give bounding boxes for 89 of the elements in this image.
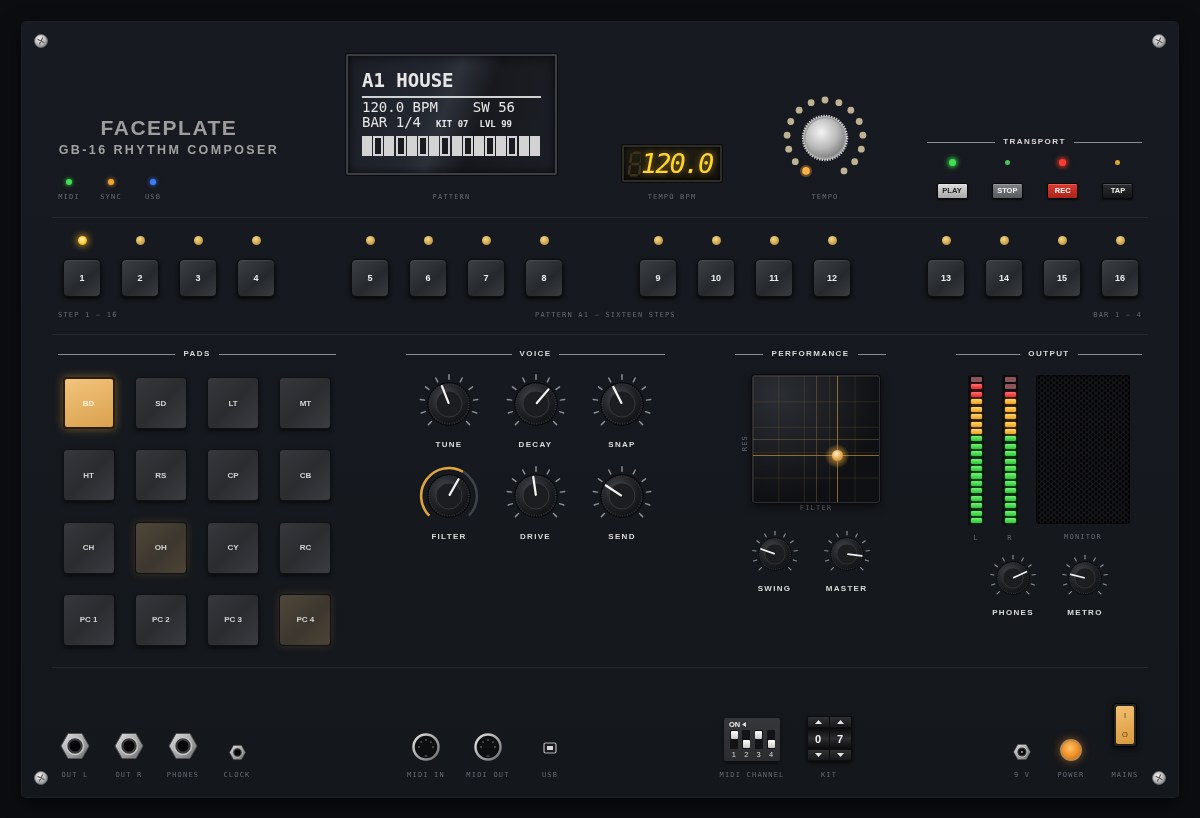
usb-port-icon bbox=[543, 741, 557, 755]
pad-button[interactable]: OH bbox=[134, 521, 187, 574]
jack-socket-icon bbox=[114, 731, 144, 761]
increment-button[interactable] bbox=[829, 717, 851, 727]
step-button[interactable]: 15 bbox=[1043, 259, 1081, 297]
step-button[interactable]: 4 bbox=[237, 259, 275, 297]
dip-toggle[interactable] bbox=[742, 730, 751, 749]
dip-toggle[interactable] bbox=[767, 730, 775, 749]
lcd-text: 120.0 BPM bbox=[362, 100, 438, 115]
screw-icon bbox=[34, 34, 48, 48]
pad-button[interactable]: PC 3 bbox=[207, 593, 260, 646]
jack-socket-icon bbox=[168, 731, 198, 761]
pad-button[interactable]: CB bbox=[279, 449, 332, 502]
lcd-text: LVL 99 bbox=[479, 119, 513, 129]
knob[interactable] bbox=[801, 114, 849, 162]
model-name: GB-16 RHYTHM COMPOSER bbox=[58, 143, 280, 157]
caret-down-icon bbox=[836, 753, 844, 757]
section-title: OUTPUT bbox=[1028, 349, 1070, 359]
jack-socket-icon bbox=[228, 744, 246, 761]
pad-button[interactable]: RS bbox=[134, 449, 187, 502]
step-button[interactable]: 8 bbox=[525, 259, 563, 297]
knob-label: DRIVE bbox=[520, 532, 551, 542]
pad-button[interactable]: PC 2 bbox=[134, 593, 187, 646]
step-button[interactable]: 13 bbox=[927, 259, 965, 297]
step-button[interactable]: 11 bbox=[755, 259, 793, 297]
step-button[interactable]: 7 bbox=[467, 259, 505, 297]
thumbwheel-digit: 0 bbox=[807, 728, 829, 749]
dip-toggle[interactable] bbox=[730, 730, 738, 749]
pad-button[interactable]: MT bbox=[279, 377, 332, 429]
meter-segment bbox=[970, 518, 982, 524]
knob-label: MASTER bbox=[825, 584, 868, 594]
din-socket-icon bbox=[474, 733, 502, 761]
caret-up-icon bbox=[836, 720, 844, 724]
decrement-button[interactable] bbox=[807, 750, 829, 760]
knob-label: PHONES bbox=[992, 608, 1034, 618]
step-button[interactable]: 14 bbox=[985, 259, 1023, 297]
step-button[interactable]: 3 bbox=[179, 259, 217, 297]
lcd-text: KIT 07 bbox=[436, 119, 469, 129]
step-button[interactable]: 6 bbox=[409, 259, 447, 297]
knob-label: DECAY bbox=[518, 440, 553, 450]
dip-toggle[interactable] bbox=[754, 730, 763, 749]
pad-button[interactable]: CY bbox=[207, 521, 260, 574]
pad-button[interactable]: HT bbox=[62, 449, 115, 502]
pad-button[interactable]: SD bbox=[134, 377, 187, 429]
meter-segment bbox=[1004, 518, 1016, 524]
screw-icon bbox=[1152, 34, 1166, 48]
section-title: VOICE bbox=[519, 349, 552, 359]
step-button[interactable]: 9 bbox=[639, 259, 677, 297]
pad-button[interactable]: PC 1 bbox=[62, 593, 115, 646]
step-button[interactable]: 16 bbox=[1101, 259, 1139, 297]
knob-label: FILTER bbox=[431, 532, 467, 542]
knob-label: SNAP bbox=[608, 440, 636, 450]
triangle-icon bbox=[742, 722, 747, 727]
step-button[interactable]: 1 bbox=[63, 259, 101, 297]
screw-icon bbox=[1152, 771, 1166, 785]
increment-button[interactable] bbox=[807, 717, 829, 727]
jack-socket-icon bbox=[60, 731, 90, 761]
xy-puck[interactable] bbox=[832, 449, 844, 461]
lcd-title: A1 HOUSE bbox=[362, 69, 455, 91]
pad-button[interactable]: RC bbox=[279, 521, 332, 574]
lcd-text: BAR 1/4 bbox=[362, 115, 421, 129]
knob-label: SEND bbox=[608, 532, 636, 542]
caret-up-icon bbox=[814, 720, 822, 724]
pad-button[interactable]: PC 4 bbox=[279, 593, 332, 646]
din-socket-icon bbox=[412, 733, 440, 761]
knob-label: TUNE bbox=[435, 440, 463, 450]
pad-button[interactable]: LT bbox=[207, 377, 260, 429]
screw-icon bbox=[34, 771, 48, 785]
step-button[interactable]: 10 bbox=[697, 259, 735, 297]
step-button[interactable]: 12 bbox=[813, 259, 851, 297]
tempo-readout: 120.0 bbox=[641, 148, 713, 179]
brand-logo: FACEPLATE bbox=[100, 116, 238, 140]
step-button[interactable]: 2 bbox=[121, 259, 159, 297]
xy-pad[interactable] bbox=[752, 375, 880, 503]
lcd-text: SW 56 bbox=[472, 100, 515, 115]
thumbwheel-digit: 7 bbox=[829, 728, 851, 749]
step-button[interactable]: 5 bbox=[351, 259, 389, 297]
pad-button[interactable]: CP bbox=[207, 449, 260, 502]
section-title: PERFORMANCE bbox=[771, 349, 850, 359]
power-button[interactable] bbox=[1060, 739, 1082, 761]
dc-jack-icon bbox=[1013, 743, 1031, 761]
caret-down-icon bbox=[814, 753, 822, 757]
unlit-digit-icon bbox=[627, 150, 641, 177]
knob-label: SWING bbox=[757, 584, 792, 594]
section-title: PADS bbox=[183, 349, 211, 359]
section-title: TRANSPORT bbox=[1003, 137, 1066, 147]
pad-button[interactable]: CH bbox=[62, 521, 115, 574]
knob-label: METRO bbox=[1067, 608, 1103, 618]
decrement-button[interactable] bbox=[829, 750, 851, 760]
